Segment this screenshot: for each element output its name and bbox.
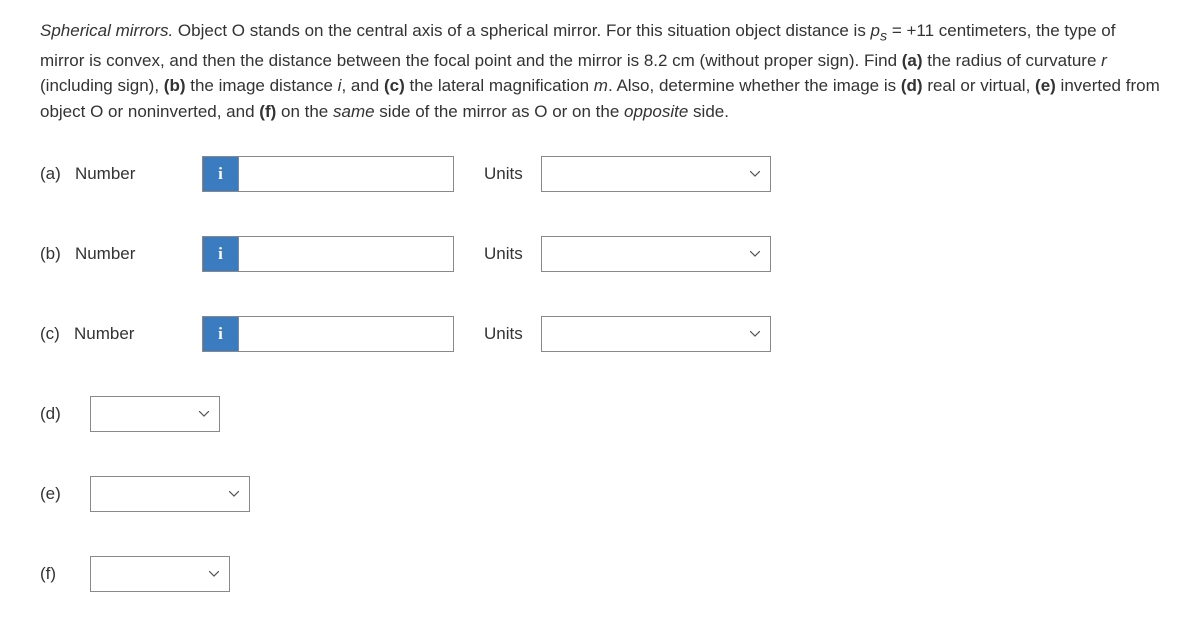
label-b: (b) Number <box>40 241 130 267</box>
select-b-units[interactable] <box>541 236 771 272</box>
row-b: (b) Number i Units <box>40 236 1160 272</box>
label-c: (c) Number <box>40 321 130 347</box>
row-d: (d) <box>40 396 1160 432</box>
label-units-c: Units <box>484 321 523 347</box>
row-a: (a) Number i Units <box>40 156 1160 192</box>
input-c-number[interactable] <box>238 316 454 352</box>
label-units-a: Units <box>484 161 523 187</box>
label-d: (d) <box>40 401 90 427</box>
row-f: (f) <box>40 556 1160 592</box>
problem-statement: Spherical mirrors. Object O stands on th… <box>40 18 1160 124</box>
info-icon[interactable]: i <box>202 316 238 352</box>
select-e[interactable] <box>90 476 250 512</box>
select-f[interactable] <box>90 556 230 592</box>
row-e: (e) <box>40 476 1160 512</box>
select-d[interactable] <box>90 396 220 432</box>
row-c: (c) Number i Units <box>40 316 1160 352</box>
info-icon[interactable]: i <box>202 236 238 272</box>
input-b-number[interactable] <box>238 236 454 272</box>
label-f: (f) <box>40 561 90 587</box>
select-a-units[interactable] <box>541 156 771 192</box>
label-a: (a) Number <box>40 161 130 187</box>
label-units-b: Units <box>484 241 523 267</box>
select-c-units[interactable] <box>541 316 771 352</box>
problem-title: Spherical mirrors. <box>40 21 173 40</box>
info-icon[interactable]: i <box>202 156 238 192</box>
label-e: (e) <box>40 481 90 507</box>
input-a-number[interactable] <box>238 156 454 192</box>
